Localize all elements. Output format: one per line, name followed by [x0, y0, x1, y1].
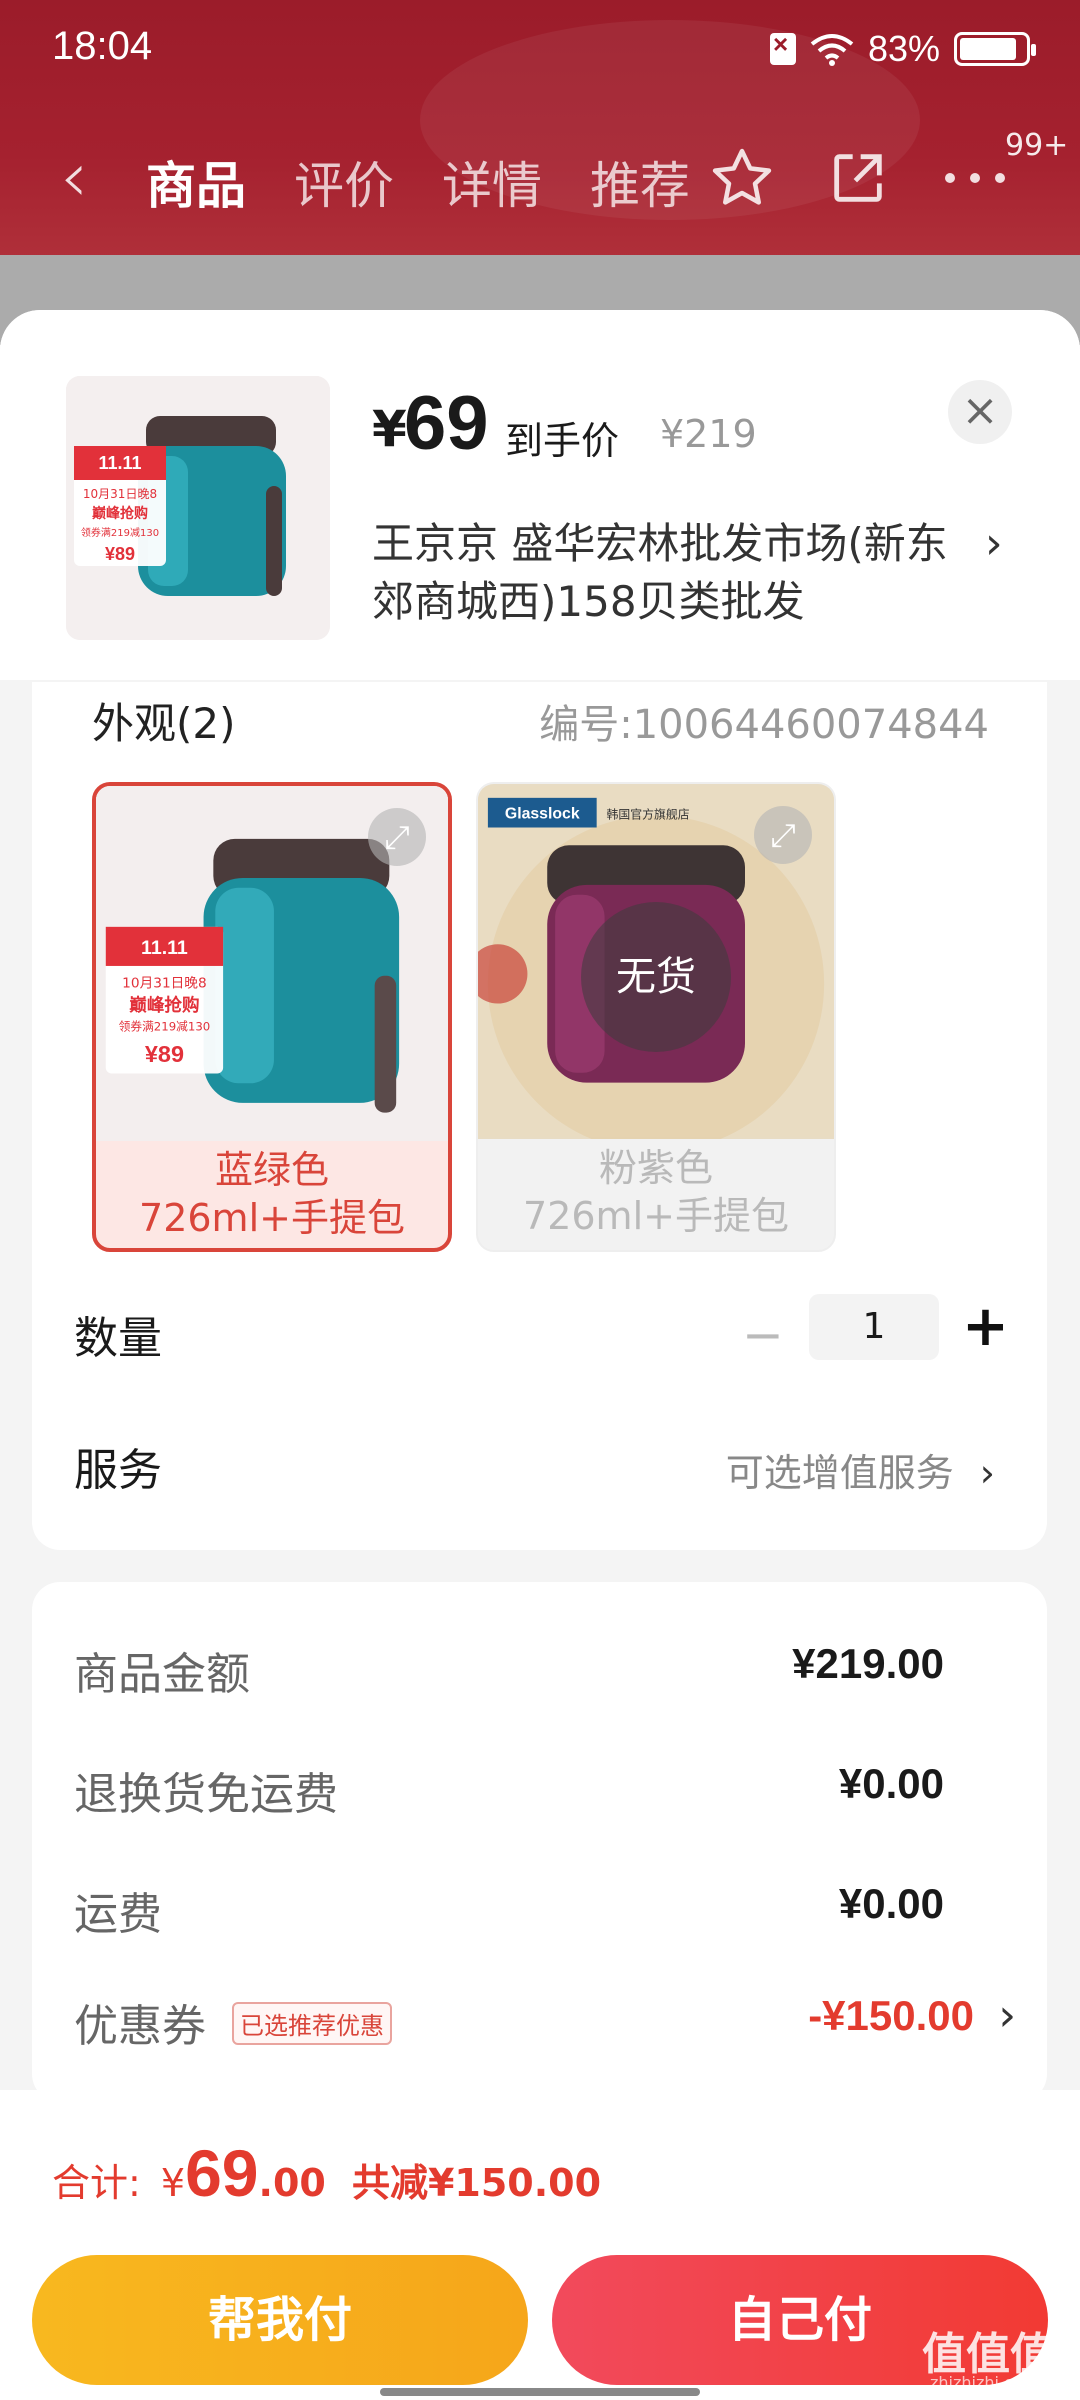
option-teal-spec: 726ml+手提包 — [139, 1196, 405, 1240]
expand-icon[interactable]: ⤢ — [754, 806, 812, 864]
no-sim-icon — [769, 29, 796, 65]
price-breakdown-card: 商品金额 ¥219.00 退换货免运费 ¥0.00 运费 ¥0.00 优惠券 已… — [32, 1582, 1047, 2102]
opt-line3: 领券满219减130 — [119, 1019, 211, 1033]
service-value: 可选增值服务 — [725, 1451, 954, 1495]
coupon-row[interactable]: 优惠券 已选推荐优惠 -¥150.00 › — [74, 1990, 1034, 2052]
thumb-event: 11.11 — [98, 453, 141, 473]
watermark-url: zhizhizhi.com — [930, 2373, 1039, 2392]
service-label: 服务 — [74, 1445, 162, 1496]
option-purple[interactable]: Glasslock 韩国官方旗舰店 ⤢ 无货 粉紫色 726ml+手提包 — [476, 782, 836, 1252]
wifi-icon — [810, 34, 854, 66]
original-price: ¥219 — [660, 412, 757, 456]
battery-icon — [954, 32, 1036, 66]
delivery-address[interactable]: 王京京 盛华宏林批发市场(新东郊商城西)158贝类批发 — [372, 515, 972, 631]
shipping-label: 运费 — [74, 1889, 162, 1940]
option-teal-color: 蓝绿色 — [214, 1148, 329, 1192]
back-icon[interactable]: ‹ — [60, 142, 88, 212]
total-dec: .00 — [258, 2161, 326, 2205]
message-badge: 99+ — [1005, 128, 1069, 163]
home-indicator[interactable] — [380, 2388, 700, 2396]
goods-amount-value: ¥219.00 — [792, 1640, 944, 1687]
coupon-tag: 已选推荐优惠 — [232, 2002, 392, 2045]
opt-line2: 巅峰抢购 — [129, 995, 199, 1016]
goods-amount-label: 商品金额 — [74, 1649, 250, 1700]
shipping-value: ¥0.00 — [838, 1880, 944, 1927]
quantity-input[interactable]: 1 — [809, 1294, 939, 1360]
service-selector[interactable]: 可选增值服务 › — [726, 1442, 995, 1497]
brand-store: 韩国官方旗舰店 — [607, 808, 690, 822]
status-icons: 83% — [769, 28, 1036, 70]
final-price-label: 到手价 — [505, 419, 620, 463]
final-price: 69 — [404, 381, 489, 466]
tab-details[interactable]: 详情 — [442, 146, 542, 218]
option-purple-spec: 726ml+手提包 — [523, 1194, 789, 1238]
return-fee-row: 退换货免运费 ¥0.00 — [74, 1758, 1004, 1820]
opt-event: 11.11 — [141, 937, 188, 959]
thumb-line3: 领券满219减130 — [81, 526, 159, 539]
sku-number: 编号:10064460074844 — [539, 702, 989, 748]
product-header: 11.11 10月31日晚8 巅峰抢购 领券满219减130 ¥89 ¥ 69 … — [0, 310, 1080, 680]
appearance-title: 外观(2) — [92, 699, 236, 748]
tab-product[interactable]: 商品 — [146, 146, 246, 218]
discount-total: 共减¥150.00 — [351, 2161, 602, 2205]
opt-price: ¥89 — [145, 1041, 184, 1067]
total-currency: ¥ — [160, 2161, 186, 2205]
share-icon[interactable] — [826, 146, 890, 210]
product-image: 11.11 10月31日晚8 巅峰抢购 领券满219减130 ¥89 — [66, 376, 330, 640]
total-summary: 合计: ¥69.00 共减¥150.00 — [52, 2135, 601, 2211]
coupon-value: -¥150.00 — [808, 1992, 974, 2039]
goods-amount-row: 商品金额 ¥219.00 — [74, 1638, 1004, 1700]
total-label: 合计: — [52, 2161, 141, 2205]
out-of-stock-overlay: 无货 — [581, 902, 731, 1052]
battery-percent: 83% — [867, 28, 940, 69]
tab-reviews[interactable]: 评价 — [294, 146, 394, 218]
favorite-star-icon[interactable] — [708, 144, 776, 212]
tab-recommend[interactable]: 推荐 — [590, 146, 690, 218]
return-fee-label: 退换货免运费 — [74, 1769, 338, 1820]
chevron-right-icon: › — [998, 1990, 1016, 2041]
product-thumbnail: 11.11 10月31日晚8 巅峰抢购 领券满219减130 ¥89 — [66, 376, 330, 640]
chevron-right-icon: › — [979, 1451, 995, 1495]
more-icon[interactable] — [940, 168, 1010, 188]
quantity-increase-button[interactable]: + — [962, 1294, 1009, 1359]
quantity-label: 数量 — [74, 1313, 162, 1364]
help-me-pay-button[interactable]: 帮我付 — [32, 2255, 528, 2385]
quantity-decrease-button[interactable]: − — [742, 1306, 784, 1364]
options-card: 外观(2) 编号:10064460074844 11.11 10月31日晚8 巅… — [32, 682, 1047, 1550]
return-fee-value: ¥0.00 — [838, 1760, 944, 1807]
close-icon: × — [961, 385, 999, 436]
price-currency: ¥ — [372, 400, 407, 458]
coupon-label: 优惠券 — [74, 2001, 206, 2052]
option-purple-color: 粉紫色 — [598, 1146, 713, 1190]
thumb-price: ¥89 — [105, 544, 135, 564]
thumb-line1: 10月31日晚8 — [83, 487, 157, 501]
chevron-right-icon: › — [985, 518, 1003, 569]
status-bar: 18:04 83% — [0, 0, 1080, 100]
close-button[interactable]: × — [948, 380, 1012, 444]
brand-tag: Glasslock — [505, 806, 580, 823]
total-int: 69 — [185, 2136, 259, 2210]
opt-line1: 10月31日晚8 — [122, 975, 207, 991]
thumb-line2: 巅峰抢购 — [92, 505, 148, 522]
clock: 18:04 — [52, 24, 153, 68]
shipping-row: 运费 ¥0.00 — [74, 1878, 1004, 1940]
option-teal[interactable]: 11.11 10月31日晚8 巅峰抢购 领券满219减130 ¥89 ⤢ 蓝绿色… — [92, 782, 452, 1252]
expand-icon[interactable]: ⤢ — [368, 808, 426, 866]
sku-sheet: 11.11 10月31日晚8 巅峰抢购 领券满219减130 ¥89 ¥ 69 … — [0, 310, 1080, 2400]
product-nav: ‹ 商品 评价 详情 推荐 — [0, 120, 1080, 230]
